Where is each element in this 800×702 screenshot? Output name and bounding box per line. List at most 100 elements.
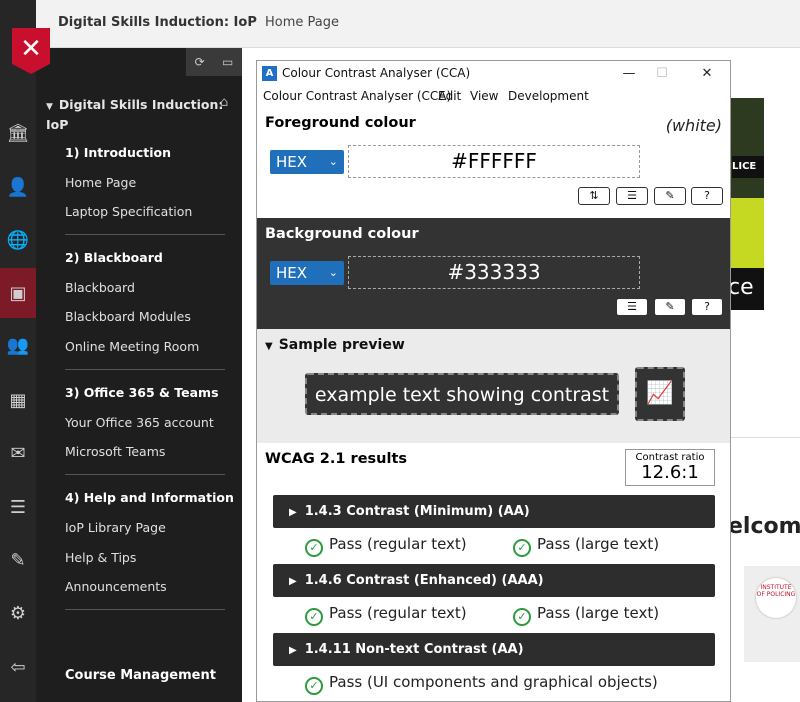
foreground-help-button[interactable]: ? <box>691 187 723 205</box>
cca-app-icon: A <box>262 66 277 81</box>
contrast-ratio-box: Contrast ratio 12.6:1 <box>625 449 715 486</box>
result-text: Pass (UI components and graphical object… <box>329 673 658 691</box>
menu-item-announcements[interactable]: Announcements <box>65 579 167 594</box>
menu-item-help-tips[interactable]: Help & Tips <box>65 550 136 565</box>
result-text: Pass (large text) <box>537 604 660 622</box>
wcag-results-section: WCAG 2.1 results Contrast ratio 12.6:1 ▶… <box>257 443 730 701</box>
criterion-1-4-11-toggle[interactable]: ▶ 1.4.11 Non-text Contrast (AA) <box>273 633 715 666</box>
result-pass: ✓ Pass (large text) <box>513 604 659 626</box>
background-format-value: HEX <box>276 264 308 282</box>
foreground-picker-button[interactable]: ✎ <box>654 187 686 205</box>
eyedropper-icon: ✎ <box>665 300 675 313</box>
result-pass: ✓ Pass (large text) <box>513 535 659 557</box>
background-picker-button[interactable]: ✎ <box>654 298 686 316</box>
menu-item-blackboard[interactable]: Blackboard <box>65 280 135 295</box>
globe-icon[interactable]: 🌐 <box>0 225 36 255</box>
minimize-button[interactable]: — <box>614 64 644 84</box>
window-close-button[interactable]: ✕ <box>692 64 722 84</box>
criterion-1-4-6-toggle[interactable]: ▶ 1.4.6 Contrast (Enhanced) (AAA) <box>273 564 715 597</box>
swap-icon: ⇅ <box>589 189 599 202</box>
groups-icon[interactable]: 👥 <box>0 330 36 360</box>
user-icon[interactable]: 👤 <box>0 172 36 202</box>
course-menu-heading-text: Digital Skills Induction: IoP <box>46 97 224 132</box>
mail-icon[interactable]: ✉ <box>0 438 36 468</box>
result-text: Pass (regular text) <box>329 535 467 553</box>
foreground-section: Foreground colour (white) HEX ⌄ #FFFFFF ⇅… <box>257 107 730 218</box>
menu-item-blackboard-modules[interactable]: Blackboard Modules <box>65 309 191 324</box>
check-icon: ✓ <box>305 539 323 557</box>
foreground-format-value: HEX <box>276 153 308 171</box>
menu-development[interactable]: Development <box>508 89 589 103</box>
course-header: Digital Skills Induction: IoP Home Page <box>36 0 800 48</box>
signout-icon[interactable]: ⇦ <box>0 652 36 682</box>
expand-icon: ▶ <box>289 576 297 587</box>
courses-icon[interactable]: ▣ <box>0 278 36 308</box>
iop-logo: INSTITUTE OF POLICING <box>756 578 796 618</box>
expand-icon: ▶ <box>289 507 297 518</box>
menu-item-iop-library[interactable]: IoP Library Page <box>65 520 166 535</box>
menu-item-online-meeting-room[interactable]: Online Meeting Room <box>65 339 199 354</box>
result-text: Pass (large text) <box>537 535 660 553</box>
menu-item-laptop-specification[interactable]: Laptop Specification <box>65 204 192 219</box>
maximize-button[interactable]: ☐ <box>647 64 677 84</box>
criterion-label: 1.4.6 Contrast (Enhanced) (AAA) <box>304 573 544 588</box>
swap-colours-button[interactable]: ⇅ <box>578 187 610 205</box>
welcome-heading: elcome <box>728 514 800 539</box>
menu-section-office365[interactable]: 3) Office 365 & Teams <box>65 385 219 400</box>
menu-section-blackboard[interactable]: 2) Blackboard <box>65 250 163 265</box>
menu-cca[interactable]: Colour Contrast Analyser (CCA) <box>263 89 451 103</box>
background-format-select[interactable]: HEX ⌄ <box>270 261 344 285</box>
menu-item-office365-account[interactable]: Your Office 365 account <box>65 415 214 430</box>
cca-window: A Colour Contrast Analyser (CCA) — ☐ ✕ C… <box>256 60 731 702</box>
menu-view[interactable]: View <box>470 89 498 103</box>
course-title[interactable]: Digital Skills Induction: IoP <box>58 15 257 30</box>
wcag-results-title: WCAG 2.1 results <box>265 451 408 467</box>
foreground-colour-name: (white) <box>665 116 722 135</box>
foreground-sliders-button[interactable]: ☰ <box>616 187 648 205</box>
foreground-format-select[interactable]: HEX ⌄ <box>270 150 344 174</box>
background-section: Background colour HEX ⌄ #333333 ☰ ✎ ? <box>257 218 730 329</box>
sample-preview-section: ▼ Sample preview example text showing con… <box>257 329 730 443</box>
criterion-label: 1.4.3 Contrast (Minimum) (AA) <box>304 504 530 519</box>
background-sliders-button[interactable]: ☰ <box>616 298 648 316</box>
police-badge-text: LICE <box>732 156 764 178</box>
grades-icon[interactable]: ☰ <box>0 492 36 522</box>
cca-window-title: Colour Contrast Analyser (CCA) <box>282 66 471 80</box>
sample-text-preview: example text showing contrast <box>305 373 619 415</box>
collapse-icon[interactable]: ▼ <box>46 102 53 112</box>
foreground-title: Foreground colour <box>265 115 416 131</box>
sliders-icon: ☰ <box>627 300 637 313</box>
menu-item-microsoft-teams[interactable]: Microsoft Teams <box>65 444 165 459</box>
menu-divider <box>65 609 225 610</box>
background-hex-input[interactable]: #333333 <box>348 256 640 289</box>
global-nav-rail: 🏛 👤 🌐 ▣ 👥 ▦ ✉ ☰ ✎ ⚙ ⇦ <box>0 0 36 702</box>
menu-edit[interactable]: Edit <box>438 89 461 103</box>
menu-section-introduction[interactable]: 1) Introduction <box>65 145 171 160</box>
cca-menubar: Colour Contrast Analyser (CCA) Edit View… <box>257 87 730 107</box>
breadcrumb[interactable]: Home Page <box>265 15 339 30</box>
eyedropper-icon: ✎ <box>665 189 675 202</box>
folder-icon[interactable]: ▭ <box>222 55 233 69</box>
course-menu-toolbar: ⟳ ▭ <box>186 48 242 76</box>
tools-icon[interactable]: ⚙ <box>0 598 36 628</box>
home-icon[interactable]: ⌂ <box>220 95 228 110</box>
menu-section-help[interactable]: 4) Help and Information <box>65 490 234 505</box>
refresh-icon[interactable]: ⟳ <box>195 55 205 69</box>
edit-icon[interactable]: ✎ <box>0 545 36 575</box>
menu-divider <box>65 369 225 370</box>
result-pass: ✓ Pass (regular text) <box>305 535 467 557</box>
institution-icon[interactable]: 🏛 <box>0 118 36 148</box>
course-management[interactable]: Course Management <box>65 668 216 683</box>
criterion-1-4-3-toggle[interactable]: ▶ 1.4.3 Contrast (Minimum) (AA) <box>273 495 715 528</box>
sample-preview-title: Sample preview <box>278 337 405 353</box>
course-menu-heading[interactable]: ▼ Digital Skills Induction: IoP <box>46 96 236 134</box>
calendar-icon[interactable]: ▦ <box>0 385 36 415</box>
check-icon: ✓ <box>513 608 531 626</box>
background-help-button[interactable]: ? <box>691 298 723 316</box>
content-divider <box>728 437 800 438</box>
menu-item-home-page[interactable]: Home Page <box>65 175 136 190</box>
course-menu: ⟳ ▭ ▼ Digital Skills Induction: IoP ⌂ 1) … <box>36 48 242 702</box>
sample-preview-toggle[interactable]: ▼ Sample preview <box>265 337 405 353</box>
sliders-icon: ☰ <box>627 189 637 202</box>
foreground-hex-input[interactable]: #FFFFFF <box>348 145 640 178</box>
